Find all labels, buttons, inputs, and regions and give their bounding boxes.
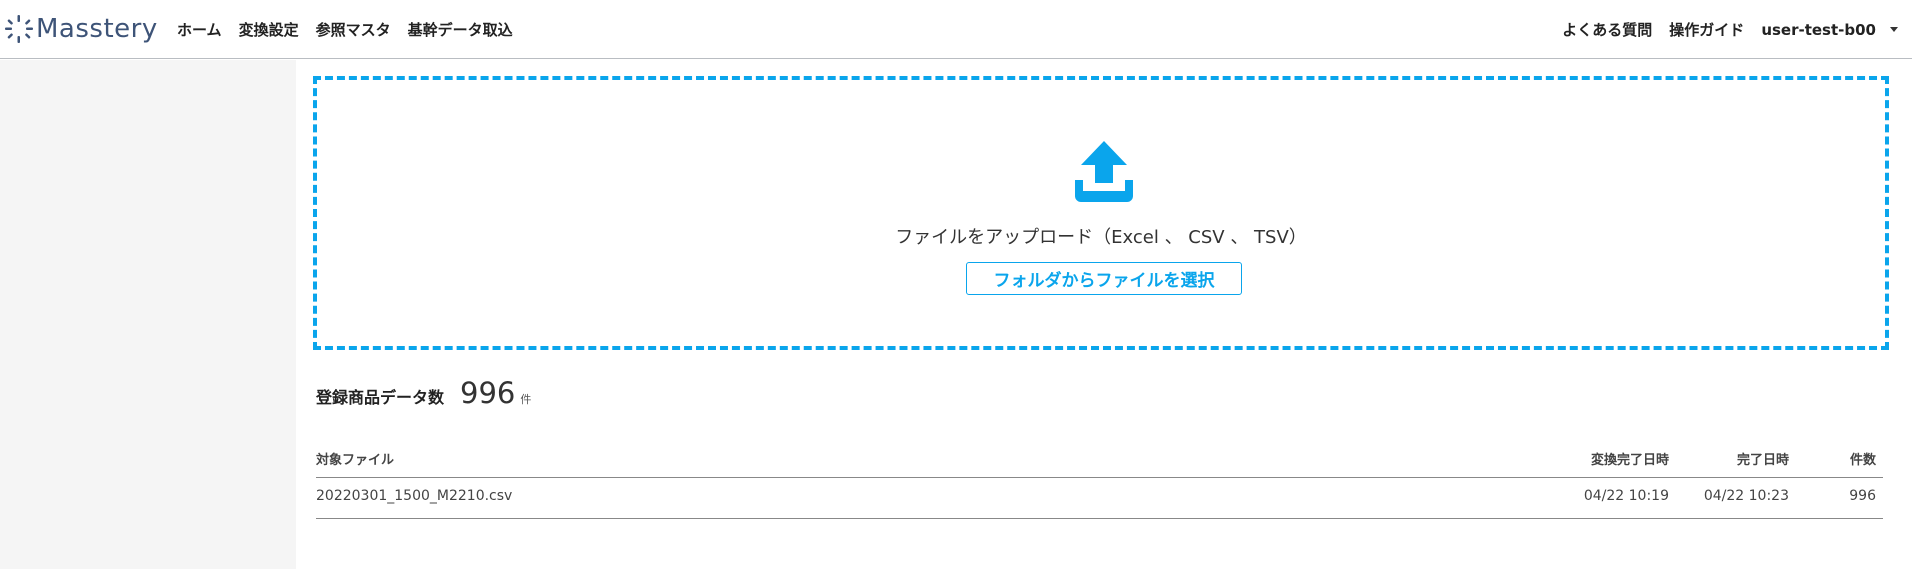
count-value: 996 bbox=[460, 376, 516, 410]
user-menu[interactable]: user-test-b00 bbox=[1761, 21, 1898, 39]
chevron-down-icon bbox=[1890, 27, 1898, 32]
main-nav: ホーム 変換設定 参照マスタ 基幹データ取込 bbox=[177, 0, 530, 59]
file-dropzone[interactable]: ファイルをアップロード（Excel 、 CSV 、 TSV） フォルダからファイ… bbox=[313, 76, 1889, 350]
cell-file: 20220301_1500_M2210.csv bbox=[316, 488, 513, 504]
header-file: 対象ファイル bbox=[316, 453, 395, 468]
logo-mark-icon bbox=[5, 15, 33, 43]
count-label: 登録商品データ数 bbox=[316, 388, 445, 407]
registered-count: 登録商品データ数 996 件 bbox=[316, 376, 531, 410]
select-file-button[interactable]: フォルダからファイルを選択 bbox=[966, 262, 1242, 295]
table-row: 20220301_1500_M2210.csv 04/22 10:19 04/2… bbox=[316, 478, 1883, 519]
masstery-logo[interactable]: Masstery bbox=[4, 14, 158, 44]
header-converted-at: 変換完了日時 bbox=[1590, 453, 1669, 468]
guide-link[interactable]: 操作ガイド bbox=[1669, 19, 1744, 40]
count-unit: 件 bbox=[520, 393, 532, 406]
header-count: 件数 bbox=[1849, 453, 1876, 468]
upload-instruction: ファイルをアップロード（Excel 、 CSV 、 TSV） bbox=[895, 227, 1307, 248]
upload-icon bbox=[1075, 141, 1133, 202]
header-completed-at: 完了日時 bbox=[1736, 453, 1789, 468]
cell-completed-at: 04/22 10:23 bbox=[1703, 488, 1789, 504]
table-header: 対象ファイル 変換完了日時 完了日時 件数 bbox=[316, 440, 1883, 478]
sidebar bbox=[0, 60, 296, 569]
logo-text: Masstery bbox=[36, 14, 158, 44]
cell-count: 996 bbox=[1849, 488, 1876, 504]
faq-link[interactable]: よくある質問 bbox=[1562, 19, 1652, 40]
nav-item-home[interactable]: ホーム bbox=[177, 19, 222, 40]
nav-item-core-data-import[interactable]: 基幹データ取込 bbox=[408, 19, 513, 40]
top-header: Masstery ホーム 変換設定 参照マスタ 基幹データ取込 よくある質問 操… bbox=[0, 0, 1912, 59]
cell-converted-at: 04/22 10:19 bbox=[1583, 488, 1669, 504]
nav-item-reference-master[interactable]: 参照マスタ bbox=[316, 19, 391, 40]
nav-item-conversion-settings[interactable]: 変換設定 bbox=[239, 19, 299, 40]
header-right-nav: よくある質問 操作ガイド user-test-b00 bbox=[1545, 0, 1898, 59]
user-name: user-test-b00 bbox=[1761, 20, 1876, 39]
import-history-table: 対象ファイル 変換完了日時 完了日時 件数 20220301_1500_M221… bbox=[316, 440, 1883, 519]
